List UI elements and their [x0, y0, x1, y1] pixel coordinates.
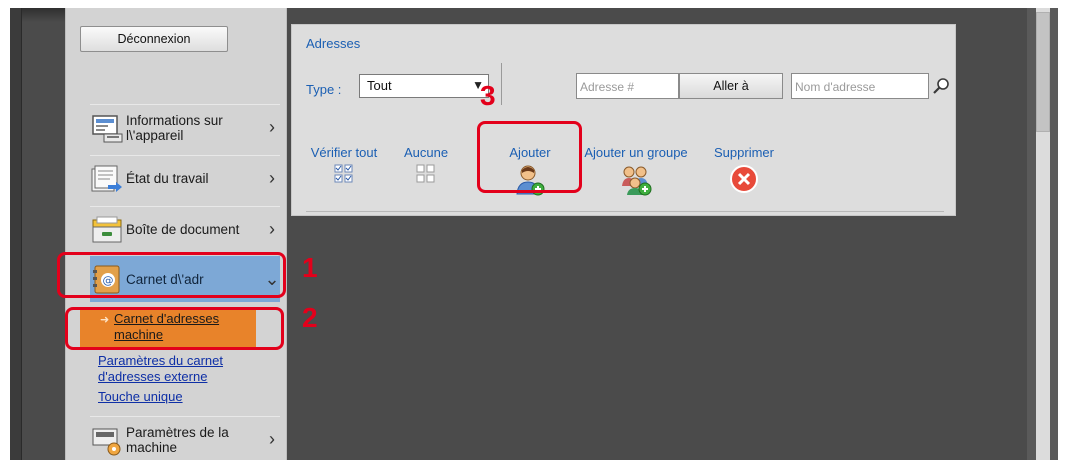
- select-none-action[interactable]: Aucune: [396, 145, 456, 184]
- check-all-action[interactable]: Vérifier tout: [304, 145, 384, 184]
- job-status-icon: [90, 163, 124, 195]
- callout-box-3: [477, 121, 582, 193]
- addresses-panel: Adresses Type : Tout ▼ Adresse # Aller à…: [291, 24, 956, 216]
- goto-button[interactable]: Aller à: [679, 73, 783, 99]
- callout-number-1: 1: [302, 252, 318, 283]
- panel-divider: [306, 211, 944, 212]
- sidebar-item-label: État du travail: [126, 171, 209, 186]
- chevron-right-icon: ›: [269, 219, 275, 239]
- sidebar-item-device-info[interactable]: Informations sur l\'appareil ›: [90, 104, 280, 150]
- sidebar-item-label: Informations sur: [126, 112, 223, 128]
- action-label: Supprimer: [714, 145, 774, 160]
- action-label: Ajouter un groupe: [584, 145, 688, 160]
- check-all-icon: [334, 164, 354, 184]
- callout-number-3: 3: [480, 80, 496, 111]
- delete-icon: [729, 164, 759, 194]
- main-content: Adresses Type : Tout ▼ Adresse # Aller à…: [287, 8, 1027, 460]
- action-label: Aucune: [403, 145, 449, 160]
- chevron-right-icon: ›: [269, 429, 275, 449]
- left-edge-bar: [10, 8, 22, 460]
- add-group-action[interactable]: Ajouter un groupe: [576, 145, 696, 196]
- machine-settings-icon: [90, 424, 124, 456]
- sidebar-item-label: Boîte de document: [126, 222, 240, 237]
- search-icon[interactable]: [931, 76, 951, 96]
- sidebar-item-job-status[interactable]: État du travail ›: [90, 155, 280, 201]
- device-info-icon: [90, 112, 124, 144]
- vertical-scrollbar[interactable]: [1027, 8, 1058, 460]
- submenu-link-external-address-book[interactable]: Paramètres du carnet: [98, 353, 238, 369]
- callout-number-2: 2: [302, 302, 318, 333]
- app-window: Déconnexion Informations sur l\'appareil …: [10, 8, 1058, 460]
- submenu-link-one-touch[interactable]: Touche unique: [98, 389, 238, 405]
- delete-action[interactable]: Supprimer: [709, 145, 779, 194]
- none-icon: [416, 164, 436, 184]
- sidebar: Déconnexion Informations sur l\'appareil …: [65, 8, 287, 460]
- add-group-icon: [619, 164, 653, 196]
- callout-box-1: [57, 252, 286, 298]
- address-name-input[interactable]: Nom d'adresse: [791, 73, 929, 99]
- chevron-right-icon: ›: [269, 117, 275, 137]
- action-label: Vérifier tout: [310, 145, 378, 160]
- sidebar-item-machine-settings[interactable]: Paramètres de la machine ›: [90, 416, 280, 460]
- sidebar-item-document-box[interactable]: Boîte de document ›: [90, 206, 280, 252]
- type-select[interactable]: Tout ▼: [359, 74, 489, 98]
- panel-title: Adresses: [306, 36, 361, 51]
- logout-button[interactable]: Déconnexion: [80, 26, 228, 52]
- callout-box-2: [65, 307, 284, 350]
- type-select-value: Tout: [367, 78, 392, 93]
- chevron-right-icon: ›: [269, 168, 275, 188]
- sidebar-item-label-line2: machine: [126, 439, 178, 455]
- divider: [501, 63, 502, 105]
- scrollbar-thumb[interactable]: [1036, 12, 1050, 132]
- type-label: Type :: [306, 82, 342, 97]
- address-number-input[interactable]: Adresse #: [576, 73, 679, 99]
- submenu-link-external-address-book-line2[interactable]: d'adresses externe: [98, 369, 238, 385]
- sidebar-item-label: Paramètres de la: [126, 424, 229, 440]
- document-box-icon: [90, 214, 124, 246]
- sidebar-item-label-line2: l\'appareil: [126, 127, 184, 143]
